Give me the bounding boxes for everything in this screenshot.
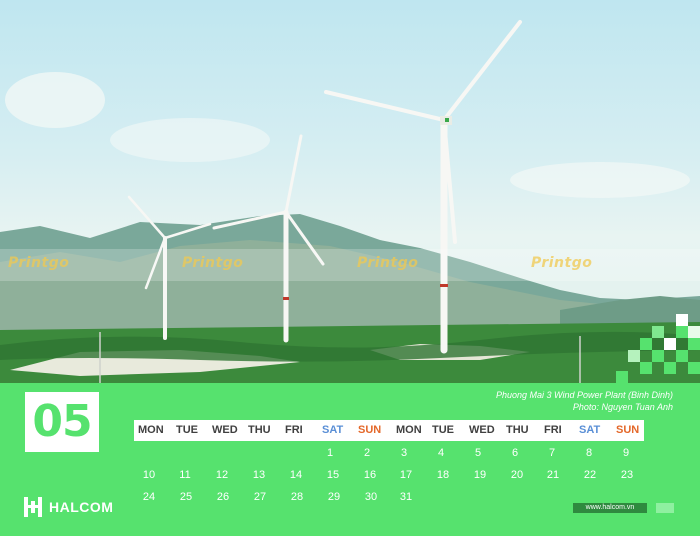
date-cell: 28 — [290, 491, 304, 503]
date-cell: 17 — [399, 469, 413, 481]
weekday-label: THU — [506, 424, 529, 436]
date-cell: 21 — [546, 469, 560, 481]
calendar-photo — [0, 0, 700, 383]
weekday-label-sunday: SUN — [616, 424, 640, 436]
date-cell: 9 — [622, 447, 630, 459]
date-cell: 1 — [326, 447, 334, 459]
date-cell: 14 — [289, 469, 303, 481]
website-label: www.halcom.vn — [573, 503, 647, 513]
weekday-header: MON TUE WED THU FRI SAT SUN MON TUE WED … — [134, 420, 644, 441]
decorative-tab — [656, 503, 674, 513]
weekday-label: WED — [212, 424, 238, 436]
date-cell: 4 — [437, 447, 445, 459]
date-cell: 5 — [474, 447, 482, 459]
date-cell: 20 — [510, 469, 524, 481]
date-cell: 27 — [253, 491, 267, 503]
date-cell: 3 — [400, 447, 408, 459]
date-cell: 2 — [363, 447, 371, 459]
month-badge: 05 — [25, 392, 99, 452]
date-cell: 26 — [216, 491, 230, 503]
date-cell: 23 — [620, 469, 634, 481]
weekday-label-saturday: SAT — [579, 424, 601, 436]
weekday-label: TUE — [432, 424, 454, 436]
halcom-logo-icon — [24, 497, 42, 517]
weekday-label: FRI — [544, 424, 562, 436]
date-cell: 7 — [548, 447, 556, 459]
date-cell: 22 — [583, 469, 597, 481]
date-cell: 19 — [473, 469, 487, 481]
watermark-logo: Printgo — [182, 255, 244, 271]
date-cell: 15 — [326, 469, 340, 481]
date-cell: 8 — [585, 447, 593, 459]
weekday-label: FRI — [285, 424, 303, 436]
caption-location: Phuong Mai 3 Wind Power Plant (Binh Dinh… — [495, 390, 673, 400]
weekday-label: TUE — [176, 424, 198, 436]
month-number: 05 — [32, 396, 92, 447]
date-cell: 12 — [215, 469, 229, 481]
watermark-logo: Printgo — [8, 255, 70, 271]
caption-credit: Photo: Nguyen Tuan Anh — [572, 402, 673, 412]
date-cell: 13 — [252, 469, 266, 481]
date-cell: 18 — [436, 469, 450, 481]
date-cell: 31 — [399, 491, 413, 503]
weekday-label: MON — [396, 424, 422, 436]
weekday-label-saturday: SAT — [322, 424, 344, 436]
date-cell: 10 — [142, 469, 156, 481]
date-cell: 16 — [363, 469, 377, 481]
date-cell: 29 — [327, 491, 341, 503]
photo-caption: Phuong Mai 3 Wind Power Plant (Binh Dinh… — [496, 389, 673, 413]
brand-name: HALCOM — [49, 499, 114, 515]
date-cell: 30 — [364, 491, 378, 503]
halcom-logo: HALCOM — [24, 497, 113, 517]
weekday-label-sunday: SUN — [358, 424, 382, 436]
weekday-label: MON — [138, 424, 164, 436]
date-cell: 11 — [179, 469, 191, 481]
wind-farm-illustration — [0, 20, 700, 383]
weekday-label: WED — [469, 424, 495, 436]
watermark-logo: Printgo — [531, 255, 593, 271]
date-cell: 6 — [511, 447, 519, 459]
watermark-band — [0, 249, 700, 281]
date-cell: 24 — [142, 491, 156, 503]
watermark-logo: Printgo — [357, 255, 419, 271]
weekday-label: THU — [248, 424, 271, 436]
date-cell: 25 — [179, 491, 193, 503]
